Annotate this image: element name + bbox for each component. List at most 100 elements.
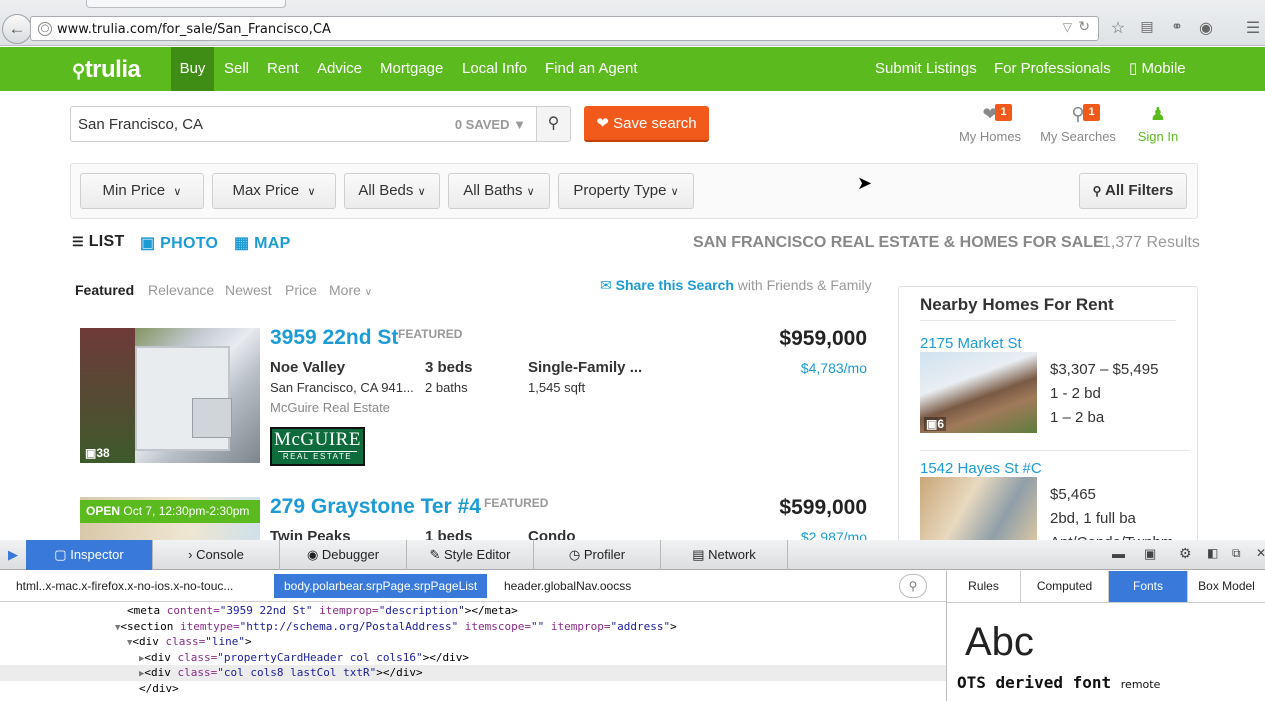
nav-find-agent[interactable]: Find an Agent [545, 47, 638, 91]
tab-computed[interactable]: Computed [1021, 571, 1109, 602]
debugger-icon: ◉ [306, 547, 319, 562]
property-type-filter[interactable]: Property Type ∨ [558, 173, 694, 209]
listing-photo[interactable]: OPEN Oct 7, 12:30pm-2:30pm [80, 497, 260, 540]
browser-toolbar: ← ○ www.trulia.com/for_sale/San_Francisc… [0, 0, 1265, 46]
photo-view-tab[interactable]: ▣ PHOTO [140, 233, 218, 253]
sort-more[interactable]: More ∨ [329, 282, 372, 298]
code-line[interactable]: ▼<section itemtype="http://schema.org/Po… [0, 619, 946, 635]
inspector-icon: ▢ [54, 547, 67, 562]
nav-sell[interactable]: Sell [224, 47, 249, 91]
divider [920, 320, 1176, 321]
save-search-button[interactable]: ❤ Save search [584, 106, 709, 142]
listing-monthly[interactable]: $4,783/mo [801, 360, 867, 376]
chevron-down-icon: ∨ [526, 186, 535, 198]
all-filters-button[interactable]: ⚲ All Filters [1079, 173, 1187, 209]
sort-price[interactable]: Price [285, 282, 317, 298]
bookmark-star-icon[interactable]: ☆ [1108, 18, 1128, 38]
trulia-logo[interactable]: ⚲trulia [72, 56, 141, 84]
list-view-tab[interactable]: ☰ LIST [72, 233, 125, 251]
max-price-filter[interactable]: Max Price ∨ [212, 173, 336, 209]
map-view-tab[interactable]: ▦ MAP [234, 233, 291, 253]
nav-rent[interactable]: Rent [267, 47, 299, 91]
font-name: OTS derived font remote [957, 673, 1161, 692]
nav-mobile[interactable]: ▯ Mobile [1129, 47, 1186, 91]
back-button[interactable]: ← [2, 14, 32, 44]
browser-tab[interactable] [86, 0, 286, 8]
back-arrow-icon: ← [8, 19, 26, 38]
tab-style-editor[interactable]: ✎ Style Editor [407, 540, 534, 570]
listing-beds: 3 beds [425, 359, 473, 376]
url-bar[interactable]: ○ www.trulia.com/for_sale/San_Francisco,… [30, 16, 1099, 41]
listing-neighborhood: Noe Valley [270, 359, 346, 376]
nav-submit-listings[interactable]: Submit Listings [875, 47, 977, 91]
bookmarks-list-icon[interactable]: ▤ [1137, 18, 1157, 35]
dropdown-arrow-icon[interactable]: ▽ [1063, 20, 1072, 34]
tab-fonts[interactable]: Fonts [1109, 571, 1188, 602]
close-icon[interactable]: ✕ [1256, 546, 1265, 560]
nav-advice[interactable]: Advice [317, 47, 362, 91]
my-homes-link[interactable]: ❤ My Homes [950, 104, 1030, 144]
broker-logo[interactable]: McGUIRE REAL ESTATE [270, 427, 365, 466]
url-text: www.trulia.com/for_sale/San_Francisco,CA [57, 22, 331, 37]
key-icon[interactable]: ⚭ [1167, 18, 1187, 35]
search-value: San Francisco, CA [78, 116, 204, 133]
baths-filter[interactable]: All Baths ∨ [448, 173, 550, 209]
listing-address[interactable]: 3959 22nd St [270, 326, 398, 350]
sort-relevance[interactable]: Relevance [148, 282, 214, 298]
menu-icon[interactable]: ☰ [1243, 18, 1263, 38]
mouse-cursor: ➤ [857, 173, 873, 193]
settings-gear-icon[interactable]: ⚙ [1179, 545, 1192, 562]
breadcrumb-body[interactable]: body.polarbear.srpPage.srpPageList [274, 574, 488, 598]
code-line[interactable]: </div> [0, 681, 946, 697]
responsive-mode-icon[interactable]: ▬ [1112, 546, 1125, 561]
tab-box-model[interactable]: Box Model [1188, 571, 1265, 602]
chevron-down-icon: ∨ [364, 287, 373, 298]
scratchpad-icon[interactable]: ▣ [1144, 546, 1156, 562]
rental-photo[interactable] [920, 477, 1037, 540]
nav-local-info[interactable]: Local Info [462, 47, 527, 91]
rental-photo[interactable]: ▣6 [920, 352, 1037, 433]
results-count: 1,377 Results [1102, 234, 1200, 251]
sort-featured[interactable]: Featured [75, 282, 134, 298]
nav-for-professionals[interactable]: For Professionals [994, 47, 1111, 91]
list-icon: ☰ [72, 234, 84, 249]
tab-debugger[interactable]: ◉ Debugger [280, 540, 407, 570]
my-searches-link[interactable]: ⚲ My Searches [1038, 104, 1118, 144]
search-icon: ⚲ [1071, 104, 1085, 124]
tab-console[interactable]: › Console [153, 540, 280, 570]
heart-icon: ❤ [982, 104, 998, 124]
search-icon[interactable]: ⚲ [899, 574, 927, 598]
rental-address[interactable]: 2175 Market St [920, 335, 1022, 352]
chevron-down-icon: ∨ [417, 186, 426, 198]
reload-icon[interactable]: ↻ [1078, 19, 1090, 35]
nav-buy[interactable]: Buy [171, 47, 214, 91]
listing-photo[interactable]: ▣38 [80, 328, 260, 463]
code-line-selected[interactable]: ▶<div class="col cols8 lastCol txtR"></d… [0, 665, 946, 681]
featured-tag: FEATURED [398, 327, 463, 341]
element-picker-icon[interactable]: ▶ [0, 540, 26, 570]
location-search-input[interactable]: San Francisco, CA 0 SAVED ▼ [70, 106, 537, 142]
breadcrumb-header[interactable]: header.globalNav.oocss [504, 579, 631, 593]
saved-count-dropdown[interactable]: 0 SAVED ▼ [455, 117, 526, 132]
rental-price: $3,307 – $5,495 [1050, 361, 1159, 378]
rental-address[interactable]: 1542 Hayes St #C [920, 460, 1042, 477]
code-line[interactable]: ▶<div class="propertyCardHeader col cols… [0, 650, 946, 666]
dock-side-icon[interactable]: ◧ [1207, 546, 1218, 560]
breadcrumb-html[interactable]: html..x-mac.x-firefox.x-no-ios.x-no-touc… [16, 579, 233, 593]
listing-address[interactable]: 279 Graystone Ter #4 [270, 495, 481, 519]
addon-icon[interactable]: ◉ [1196, 18, 1216, 38]
sign-in-link[interactable]: ♟ Sign In [1118, 104, 1198, 144]
search-button[interactable]: ⚲ [536, 106, 571, 142]
tab-inspector[interactable]: ▢ Inspector [26, 540, 153, 570]
tab-network[interactable]: ▤ Network [661, 540, 788, 570]
beds-filter[interactable]: All Beds ∨ [344, 173, 440, 209]
share-search-link[interactable]: Share this Search [616, 277, 734, 293]
sort-newest[interactable]: Newest [225, 282, 272, 298]
min-price-filter[interactable]: Min Price ∨ [80, 173, 204, 209]
tab-profiler[interactable]: ◷ Profiler [534, 540, 661, 570]
code-line[interactable]: ▼<div class="line"> [0, 634, 946, 650]
tab-rules[interactable]: Rules [947, 571, 1021, 602]
nav-mortgage[interactable]: Mortgage [380, 47, 443, 91]
code-line[interactable]: <meta content="3959 22nd St" itemprop="d… [0, 603, 946, 619]
undock-icon[interactable]: ⧉ [1232, 546, 1241, 561]
